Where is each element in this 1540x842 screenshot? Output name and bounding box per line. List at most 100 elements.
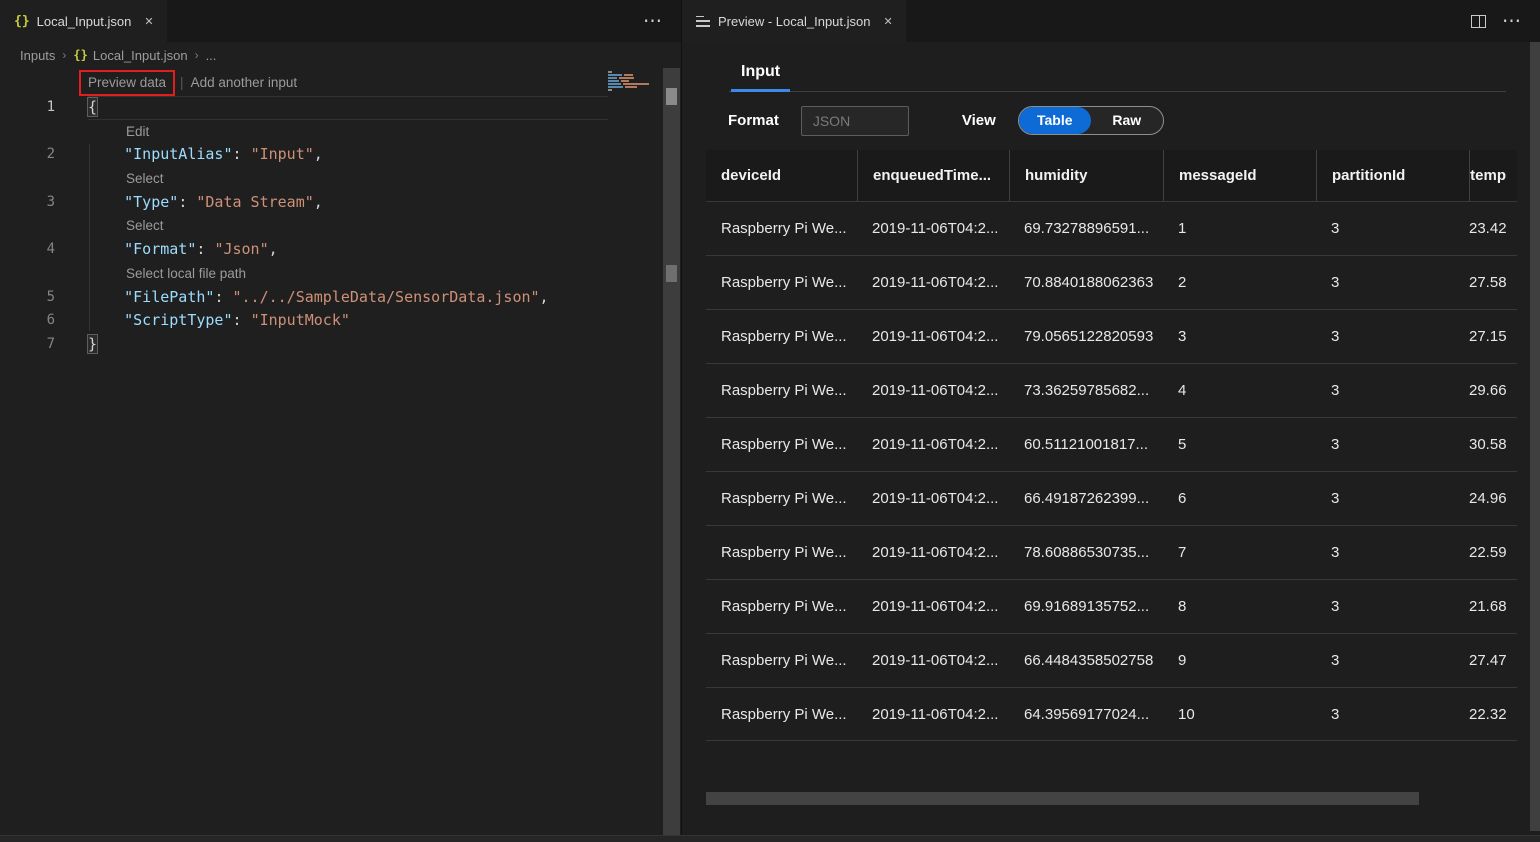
- table-cell: 78.60886530735...: [1009, 544, 1163, 561]
- editor-group: {} Local_Input.json ✕ ⋯ Inputs › {} Loca…: [0, 0, 681, 835]
- table-cell: 2019-11-06T04:2...: [857, 328, 1009, 345]
- split-editor-icon[interactable]: [1471, 15, 1486, 28]
- table-cell: 22.59: [1469, 544, 1517, 561]
- table-cell: 3: [1316, 598, 1469, 615]
- code-token: }: [88, 335, 97, 353]
- code-token: "Data Stream": [196, 193, 313, 211]
- table-cell: 2019-11-06T04:2...: [857, 220, 1009, 237]
- breadcrumb: Inputs › {} Local_Input.json › ...: [0, 42, 681, 68]
- breadcrumb-item-file[interactable]: {} Local_Input.json: [73, 48, 187, 63]
- table-cell: 60.51121001817...: [1009, 436, 1163, 453]
- chevron-right-icon: ›: [195, 48, 199, 62]
- column-header: temp: [1469, 150, 1517, 201]
- codelens-link[interactable]: Select: [126, 171, 164, 186]
- editor-vertical-scrollbar[interactable]: [663, 68, 680, 835]
- panel-vertical-scrollbar[interactable]: [1530, 42, 1540, 831]
- breadcrumb-item-inputs[interactable]: Inputs: [20, 48, 55, 63]
- code-line-content: "ScriptType": "InputMock": [88, 309, 350, 333]
- tab-preview-local-input-json[interactable]: Preview - Local_Input.json ✕: [682, 0, 906, 42]
- code-token: ,: [314, 145, 323, 163]
- more-actions-icon[interactable]: ⋯: [643, 12, 663, 31]
- chevron-right-icon: ›: [62, 48, 66, 62]
- format-input[interactable]: [801, 106, 909, 136]
- table-cell: 64.39569177024...: [1009, 706, 1163, 723]
- tab-local-input-json[interactable]: {} Local_Input.json ✕: [0, 0, 167, 42]
- close-icon[interactable]: ✕: [141, 13, 156, 30]
- codelens-row: Preview data | Add another input: [0, 70, 681, 96]
- table-cell: 30.58: [1469, 436, 1517, 453]
- code-token: {: [88, 98, 97, 116]
- code-line[interactable]: 5 "FilePath": "../../SampleData/SensorDa…: [0, 286, 681, 310]
- view-label: View: [962, 112, 996, 129]
- table-row: Raspberry Pi We...2019-11-06T04:2...60.5…: [706, 417, 1517, 471]
- tab-input[interactable]: Input: [731, 63, 790, 91]
- table-horizontal-scrollbar[interactable]: [706, 792, 1419, 805]
- close-icon[interactable]: ✕: [880, 13, 895, 30]
- table-cell: Raspberry Pi We...: [706, 274, 857, 291]
- code-token: :: [233, 311, 251, 329]
- status-bar: [0, 835, 1540, 842]
- code-token: "InputMock": [251, 311, 350, 329]
- line-number: 6: [0, 309, 55, 333]
- preview-controls: Format View TableRaw: [728, 105, 1540, 136]
- column-header: enqueuedTime...: [857, 150, 1009, 201]
- code-token: :: [196, 240, 214, 258]
- breadcrumb-file-label: Local_Input.json: [93, 48, 188, 63]
- code-line[interactable]: 7}: [0, 333, 681, 357]
- table-cell: 27.15: [1469, 328, 1517, 345]
- more-actions-icon[interactable]: ⋯: [1502, 12, 1522, 31]
- code-editor[interactable]: Preview data | Add another input 1{ Edit 2 "…: [0, 68, 681, 835]
- table-cell: Raspberry Pi We...: [706, 382, 857, 399]
- column-header: humidity: [1009, 150, 1163, 201]
- code-token: "Format": [124, 240, 196, 258]
- code-line[interactable]: 2 "InputAlias": "Input",: [0, 143, 681, 167]
- preview-lines-icon: [696, 16, 710, 27]
- table-cell: 2019-11-06T04:2...: [857, 274, 1009, 291]
- table-cell: 24.96: [1469, 490, 1517, 507]
- table-row: Raspberry Pi We...2019-11-06T04:2...73.3…: [706, 363, 1517, 417]
- table-cell: 69.91689135752...: [1009, 598, 1163, 615]
- breadcrumb-item-tail[interactable]: ...: [206, 48, 217, 63]
- editor-tabbar: {} Local_Input.json ✕ ⋯: [0, 0, 681, 42]
- code-line[interactable]: 1{: [0, 96, 681, 120]
- table-cell: 2019-11-06T04:2...: [857, 490, 1009, 507]
- code-line[interactable]: 6 "ScriptType": "InputMock": [0, 309, 681, 333]
- table-cell: Raspberry Pi We...: [706, 220, 857, 237]
- table-header-row: deviceIdenqueuedTime...humiditymessageId…: [706, 150, 1517, 201]
- toggle-option-raw[interactable]: Raw: [1091, 107, 1163, 134]
- codelens-separator: |: [180, 75, 184, 90]
- tab-title: Local_Input.json: [37, 14, 132, 29]
- table-cell: 21.68: [1469, 598, 1517, 615]
- data-table: deviceIdenqueuedTime...humiditymessageId…: [706, 150, 1517, 741]
- table-cell: 2019-11-06T04:2...: [857, 598, 1009, 615]
- toggle-option-table[interactable]: Table: [1019, 107, 1091, 134]
- code-token: :: [214, 288, 232, 306]
- code-token: :: [178, 193, 196, 211]
- table-cell: Raspberry Pi We...: [706, 598, 857, 615]
- code-line-content: }: [88, 333, 97, 357]
- codelens-link[interactable]: Select local file path: [126, 266, 246, 281]
- table-cell: 3: [1316, 436, 1469, 453]
- table-cell: 3: [1316, 382, 1469, 399]
- table-cell: 7: [1163, 544, 1316, 561]
- preview-tab-actions: ⋯: [1471, 0, 1522, 42]
- minimap[interactable]: [608, 71, 660, 91]
- scrollbar-thumb[interactable]: [666, 88, 677, 105]
- table-cell: 8: [1163, 598, 1316, 615]
- table-cell: 6: [1163, 490, 1316, 507]
- codelens-add-input-link[interactable]: Add another input: [191, 75, 298, 90]
- format-label: Format: [728, 112, 779, 129]
- table-row: Raspberry Pi We...2019-11-06T04:2...78.6…: [706, 525, 1517, 579]
- preview-group: Preview - Local_Input.json ✕ ⋯ Input For…: [681, 0, 1540, 835]
- codelens-link[interactable]: Edit: [126, 124, 149, 139]
- table-cell: 70.8840188062363: [1009, 274, 1163, 291]
- codelens-preview-data-link[interactable]: Preview data: [79, 70, 175, 96]
- section-tabbar: Input: [729, 63, 1506, 92]
- table-cell: Raspberry Pi We...: [706, 706, 857, 723]
- table-cell: 3: [1163, 328, 1316, 345]
- table-cell: 5: [1163, 436, 1316, 453]
- codelens-link[interactable]: Select: [126, 218, 164, 233]
- code-line[interactable]: 4 "Format": "Json",: [0, 238, 681, 262]
- column-header: partitionId: [1316, 150, 1469, 201]
- code-line[interactable]: 3 "Type": "Data Stream",: [0, 191, 681, 215]
